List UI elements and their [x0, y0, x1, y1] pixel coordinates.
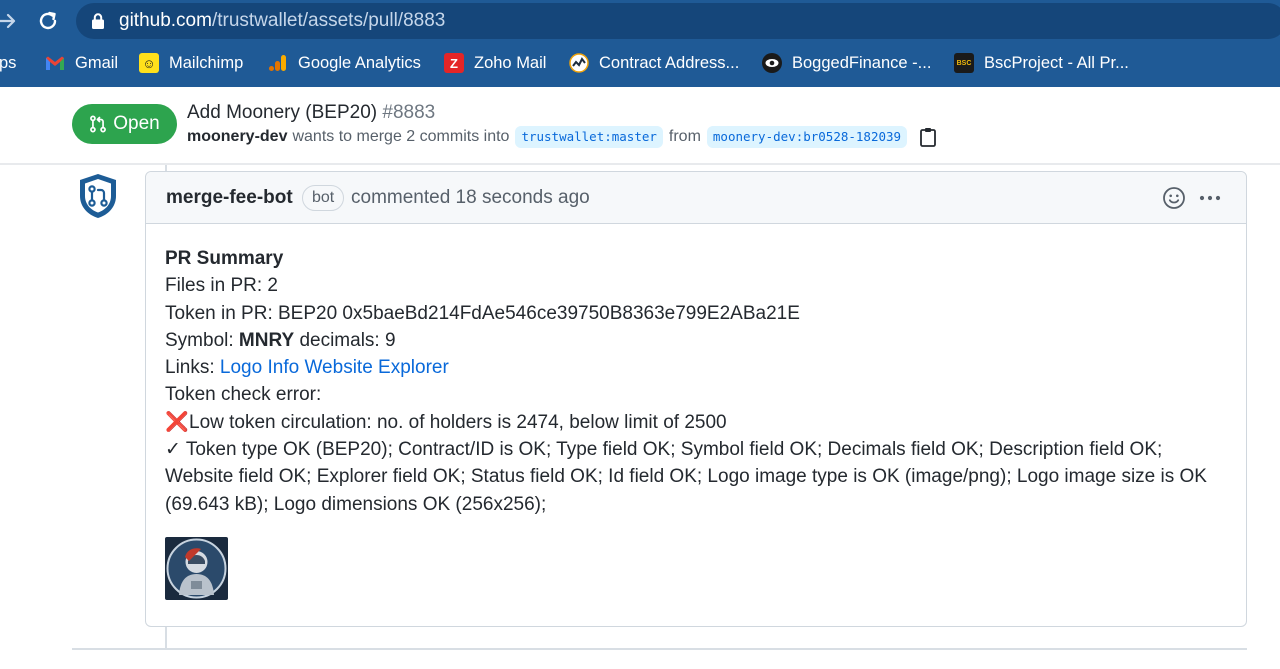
forward-icon[interactable] — [0, 8, 18, 34]
bookmark-bscproject[interactable]: BSC BscProject - All Pr... — [954, 42, 1129, 84]
ok-text: Token type OK (BEP20); Contract/ID is OK… — [165, 439, 1207, 515]
bookmark-label: Mailchimp — [169, 53, 244, 72]
symbol-line: Symbol: MNRY decimals: 9 — [165, 327, 1235, 354]
url-host: github.com — [119, 10, 212, 31]
url-path: /trustwallet/assets/pull/8883 — [211, 10, 446, 31]
pr-number: #8883 — [382, 102, 436, 123]
bookmark-boggedfinance[interactable]: BoggedFinance -... — [762, 42, 931, 84]
head-branch[interactable]: moonery-dev:br0528-182039 — [706, 126, 908, 148]
add-reaction-icon[interactable] — [1162, 186, 1186, 210]
symbol-value: MNRY — [238, 329, 295, 351]
bot-badge: bot — [302, 185, 345, 211]
comment-timestamp[interactable]: commented 18 seconds ago — [351, 187, 590, 209]
from-text: from — [668, 128, 701, 145]
timeline-divider — [72, 648, 1247, 650]
header-divider — [0, 163, 1280, 165]
bookmarks-bar: ps Gmail ☺ Mailchimp Google Analytics Z … — [0, 42, 1280, 87]
bookmark-label: Contract Address... — [599, 53, 740, 72]
bookmark-gmail[interactable]: Gmail — [45, 42, 118, 84]
contract-address-icon — [569, 53, 589, 73]
info-link[interactable]: Info — [267, 357, 299, 378]
bookmark-label: Gmail — [75, 53, 119, 72]
links-label: Links: — [165, 357, 215, 379]
pr-title: Add Moonery (BEP20) #8883 — [187, 101, 435, 125]
bscproject-icon: BSC — [954, 53, 974, 73]
bookmark-contract-address[interactable]: Contract Address... — [569, 42, 739, 84]
browser-address-bar: github.com/trustwallet/assets/pull/8883 — [0, 0, 1280, 42]
token-line: Token in PR: BEP20 0x5baeBd214FdAe546ce3… — [165, 302, 800, 324]
eye-icon — [762, 53, 782, 73]
explorer-link[interactable]: Explorer — [378, 357, 449, 378]
more-options-icon[interactable] — [1198, 187, 1222, 209]
bookmark-label: BscProject - All Pr... — [984, 53, 1129, 72]
comment-author[interactable]: merge-fee-bot — [166, 187, 293, 209]
logo-link[interactable]: Logo — [220, 357, 262, 378]
pr-state-label: Open — [113, 113, 160, 134]
pr-state-badge: Open — [72, 104, 177, 144]
token-logo-image — [165, 537, 228, 600]
error-line: ❌Low token circulation: no. of holders i… — [165, 409, 1235, 436]
url-text[interactable]: github.com/trustwallet/assets/pull/8883 — [119, 10, 445, 32]
gmail-icon — [46, 56, 64, 70]
summary-title: PR Summary — [165, 248, 284, 269]
mailchimp-icon: ☺ — [139, 53, 159, 73]
files-line: Files in PR: 2 — [165, 275, 278, 297]
website-link[interactable]: Website — [304, 357, 372, 378]
bookmark-label: ps — [0, 53, 17, 72]
error-label: Token check error: — [165, 384, 322, 406]
comment-body: PR Summary Files in PR: 2 Token in PR: B… — [165, 245, 1235, 518]
bookmark-google-analytics[interactable]: Google Analytics — [268, 42, 421, 84]
copy-icon[interactable] — [919, 127, 937, 147]
bookmark-apps[interactable]: ps — [0, 42, 16, 84]
base-branch[interactable]: trustwallet:master — [515, 126, 663, 148]
pull-request-icon — [90, 115, 107, 133]
pr-title-text: Add Moonery (BEP20) — [187, 102, 378, 123]
pr-merge-info: moonery-dev wants to merge 2 commits int… — [187, 126, 937, 148]
bookmark-label: BoggedFinance -... — [792, 53, 932, 72]
bookmark-label: Google Analytics — [298, 53, 421, 72]
google-analytics-icon — [269, 55, 286, 71]
bot-avatar[interactable] — [77, 172, 119, 220]
comment-header: merge-fee-bot bot commented 18 seconds a… — [146, 172, 1246, 224]
reload-icon[interactable] — [36, 9, 60, 33]
error-text: Low token circulation: no. of holders is… — [189, 411, 727, 433]
ok-line: ✓ Token type OK (BEP20); Contract/ID is … — [165, 436, 1235, 518]
pr-author-link[interactable]: moonery-dev — [187, 126, 287, 148]
error-x-icon: ❌ — [165, 411, 189, 433]
lock-icon — [92, 13, 104, 29]
zoho-mail-icon: Z — [444, 53, 464, 73]
bookmark-label: Zoho Mail — [474, 53, 547, 72]
symbol-label: Symbol: — [165, 329, 234, 351]
decimals-text: decimals: 9 — [299, 329, 396, 351]
links-line: Links: Logo Info Website Explorer — [165, 354, 1235, 381]
bookmark-zoho-mail[interactable]: Z Zoho Mail — [444, 42, 546, 84]
bookmark-mailchimp[interactable]: ☺ Mailchimp — [139, 42, 243, 84]
merge-text: wants to merge 2 commits into — [292, 128, 510, 145]
comment-box: merge-fee-bot bot commented 18 seconds a… — [145, 171, 1247, 627]
check-icon: ✓ — [165, 439, 181, 461]
